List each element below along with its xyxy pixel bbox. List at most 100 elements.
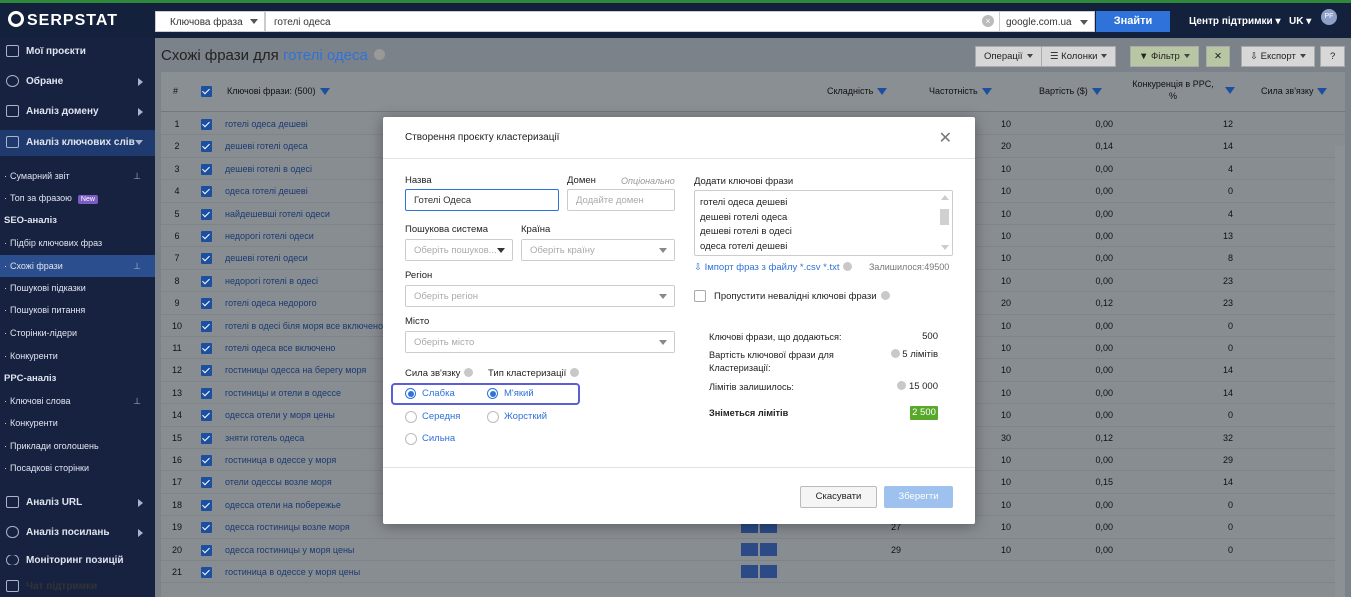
type-soft-radio[interactable]: М'який (487, 388, 534, 400)
strength-weak-radio[interactable]: Слабка (405, 388, 455, 400)
filter-icon[interactable] (981, 88, 992, 95)
row-keyword[interactable]: готелі одеса все включено (225, 343, 335, 353)
more-icon[interactable] (760, 565, 777, 578)
sidebar-item-position-monitoring[interactable]: Моніторинг позицій (0, 555, 155, 565)
row-keyword[interactable]: готелі в одесі біля моря все включено (225, 321, 383, 331)
columns-button[interactable]: ☰ Колонки (1041, 46, 1117, 67)
sidebar-item-search-suggestions[interactable]: Пошукові підказки (0, 283, 155, 293)
country-select[interactable]: Оберіть країну (521, 239, 675, 261)
row-checkbox[interactable] (201, 275, 212, 287)
type-hard-radio[interactable]: Жорсткий (487, 411, 547, 423)
row-checkbox[interactable] (201, 298, 212, 310)
row-checkbox[interactable] (201, 253, 212, 265)
row-checkbox[interactable] (201, 499, 212, 511)
info-icon[interactable] (880, 291, 890, 300)
skip-invalid-checkbox[interactable] (694, 290, 706, 302)
row-keyword[interactable]: гостиница в одессе у моря цены (225, 567, 360, 577)
col-ppc-competition[interactable]: Конкуренція в PPC, % (1129, 78, 1217, 102)
help-button[interactable]: ? (1320, 46, 1346, 67)
row-keyword[interactable]: гостиницы одесса на берегу моря (225, 365, 366, 375)
filter-icon[interactable] (319, 88, 330, 95)
col-link-strength[interactable]: Сила зв'язку (1261, 86, 1328, 96)
info-icon[interactable] (890, 349, 900, 358)
filter-icon[interactable] (1091, 88, 1102, 95)
row-keyword[interactable]: одеса готелі дешеві (225, 186, 308, 196)
row-keyword[interactable]: готелі одеса недорого (225, 298, 317, 308)
row-checkbox[interactable] (201, 387, 212, 399)
sidebar-item-keywords[interactable]: Ключові слова⊥ (0, 396, 155, 406)
row-checkbox[interactable] (201, 163, 212, 175)
textarea-scrollbar[interactable] (940, 209, 949, 225)
sidebar-item-keyword-analysis[interactable]: Аналіз ключових слів (0, 130, 155, 156)
table-row[interactable]: 20 одесса гостиницы у моря цены 29 10 0,00 0 (161, 539, 1345, 561)
row-checkbox[interactable] (201, 208, 212, 220)
strength-medium-radio[interactable]: Середня (405, 411, 460, 423)
col-keywords[interactable]: Ключові фрази: (500) (227, 86, 330, 96)
row-keyword[interactable]: дешеві готелі одеса (225, 141, 308, 151)
row-keyword[interactable]: отели одессы возле моря (225, 477, 332, 487)
sidebar-item-top-by-phrase[interactable]: Топ за фразоюNew (0, 193, 155, 204)
sidebar-item-competitors[interactable]: Конкуренти (0, 351, 155, 361)
row-checkbox[interactable] (201, 410, 212, 422)
row-keyword[interactable]: готелі одеса дешеві (225, 119, 308, 129)
row-keyword[interactable]: найдешевші готелі одеси (225, 209, 330, 219)
scroll-down-icon[interactable] (941, 245, 949, 250)
row-checkbox[interactable] (201, 522, 212, 534)
search-type-select[interactable]: Ключова фраза (155, 11, 265, 32)
row-keyword[interactable]: дешеві готелі одеси (225, 253, 308, 263)
row-keyword[interactable]: гостиница в одессе у моря (225, 455, 336, 465)
info-icon[interactable] (897, 381, 907, 390)
cluster-icon[interactable] (741, 542, 758, 556)
search-input[interactable]: готелі одеса (265, 11, 1000, 32)
clear-search-icon[interactable]: × (982, 15, 994, 27)
row-checkbox[interactable] (201, 567, 212, 578)
filter-icon[interactable] (1225, 87, 1235, 94)
row-keyword[interactable]: гостиницы и отели в одессе (225, 388, 341, 398)
info-icon[interactable] (373, 49, 385, 60)
more-icon[interactable] (760, 542, 777, 556)
project-name-input[interactable]: Готелі Одеса (405, 189, 559, 211)
row-checkbox[interactable] (201, 477, 212, 489)
avatar[interactable]: PF (1321, 9, 1337, 25)
info-icon[interactable] (464, 368, 474, 377)
info-icon[interactable] (570, 368, 580, 377)
sidebar-item-ppc-competitors[interactable]: Конкуренти (0, 418, 155, 428)
filter-icon[interactable] (877, 88, 888, 95)
row-checkbox[interactable] (201, 320, 212, 332)
close-icon[interactable]: ✕ (939, 128, 952, 148)
sidebar-item-domain-analysis[interactable]: Аналіз домену (0, 105, 155, 117)
row-checkbox[interactable] (201, 343, 212, 354)
support-center-menu[interactable]: Центр підтримки ▾ (1189, 16, 1281, 27)
pin-icon[interactable]: ⊥ (133, 396, 141, 407)
search-engine-select[interactable]: Оберіть пошуков... (405, 239, 513, 261)
col-frequency[interactable]: Частотність (929, 86, 992, 96)
col-cost[interactable]: Вартість ($) (1039, 86, 1102, 96)
sidebar-item-leader-pages[interactable]: Сторінки-лідери (0, 328, 155, 338)
row-keyword[interactable]: одесса гостиницы у моря цены (225, 545, 354, 555)
row-checkbox[interactable] (201, 544, 212, 556)
cancel-button[interactable]: Скасувати (800, 486, 877, 508)
row-checkbox[interactable] (201, 365, 212, 377)
strength-strong-radio[interactable]: Сильна (405, 433, 455, 445)
import-file-link[interactable]: ⇩ Імпорт фраз з файлу *.csv *.txt (694, 262, 853, 273)
region-select[interactable]: Оберіть регіон (405, 285, 675, 307)
row-checkbox[interactable] (201, 432, 212, 444)
row-keyword[interactable]: дешеві готелі в одесі (225, 164, 312, 174)
row-checkbox[interactable] (201, 119, 212, 130)
city-select[interactable]: Оберіть місто (405, 331, 675, 353)
sidebar-item-link-analysis[interactable]: Аналіз посилань (0, 526, 155, 538)
cluster-icon[interactable] (741, 565, 758, 578)
row-keyword[interactable]: недорогі готелі в одесі (225, 276, 318, 286)
export-button[interactable]: ⇩ Експорт (1241, 46, 1315, 67)
language-menu[interactable]: UK ▾ (1289, 16, 1311, 27)
sidebar-item-my-projects[interactable]: Мої проєкти (0, 45, 155, 57)
sidebar-item-similar-phrases[interactable]: Схожі фрази⊥ (0, 255, 155, 277)
col-ppc-filter[interactable] (1221, 85, 1235, 95)
col-difficulty[interactable]: Складність (827, 86, 888, 96)
keywords-textarea[interactable]: готелі одеса дешеві дешеві готелі одеса … (694, 190, 953, 256)
row-checkbox[interactable] (201, 455, 212, 466)
row-keyword[interactable]: зняти готель одеса (225, 433, 304, 443)
row-keyword[interactable]: одесса отели у моря цены (225, 410, 335, 420)
info-icon[interactable] (843, 262, 853, 271)
pin-icon[interactable]: ⊥ (133, 171, 141, 182)
